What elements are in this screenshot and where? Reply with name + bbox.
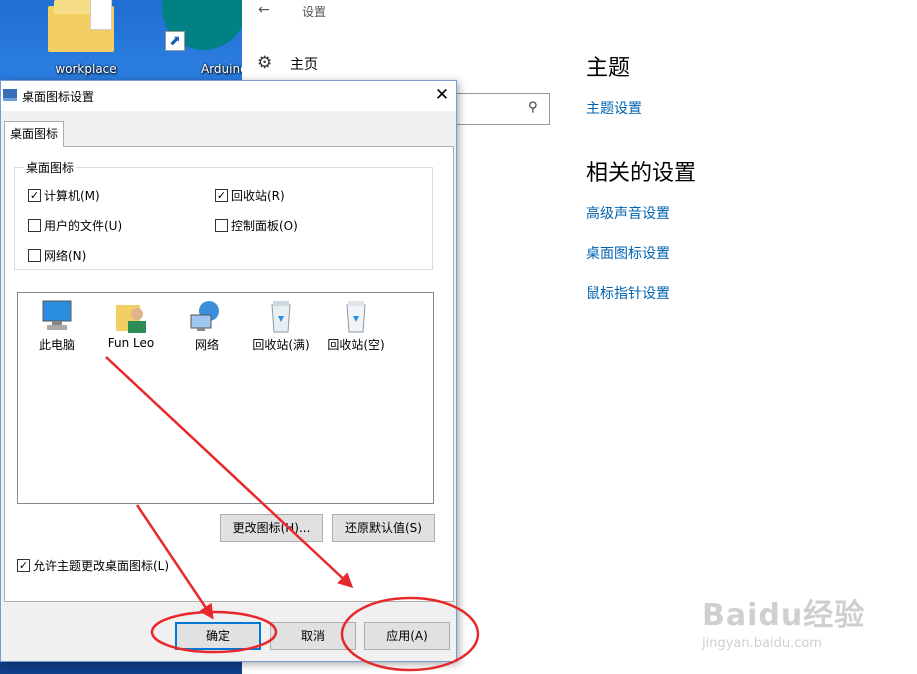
checkbox-label: 计算机(M) bbox=[44, 189, 100, 203]
checkbox-box[interactable]: ✓ bbox=[28, 189, 41, 202]
checkbox-label: 控制面板(O) bbox=[231, 219, 298, 233]
restore-default-button[interactable]: 还原默认值(S) bbox=[332, 514, 435, 542]
checkbox-control-panel[interactable]: 控制面板(O) bbox=[215, 217, 298, 234]
settings-title: 设置 bbox=[302, 5, 327, 19]
list-item-recycle-empty[interactable]: 回收站(空) bbox=[321, 299, 391, 353]
list-item-recycle-full[interactable]: 回收站(满) bbox=[246, 299, 316, 353]
checkbox-allow-theme[interactable]: ✓ 允许主题更改桌面图标(L) bbox=[17, 557, 169, 574]
checkbox-box[interactable] bbox=[28, 219, 41, 232]
checkbox-label: 网络(N) bbox=[44, 249, 87, 263]
desktop-icon-settings-link[interactable]: 桌面图标设置 bbox=[586, 243, 670, 263]
checkbox-recycle-bin[interactable]: ✓ 回收站(R) bbox=[215, 187, 285, 204]
checkbox-user-files[interactable]: 用户的文件(U) bbox=[28, 217, 122, 234]
checkbox-box[interactable] bbox=[28, 249, 41, 262]
network-icon bbox=[189, 299, 225, 333]
recycle-bin-empty-icon bbox=[338, 299, 374, 333]
close-icon[interactable]: ✕ bbox=[431, 84, 453, 106]
list-item-label: 此电脑 bbox=[38, 338, 75, 352]
list-item-label: 回收站(满) bbox=[252, 338, 310, 352]
change-icon-button[interactable]: 更改图标(H)... bbox=[220, 514, 323, 542]
list-item-user[interactable]: Fun Leo bbox=[96, 299, 166, 350]
cancel-button[interactable]: 取消 bbox=[270, 622, 356, 650]
list-item-label: Fun Leo bbox=[107, 336, 155, 350]
tab-desktop-icons[interactable]: 桌面图标 bbox=[4, 121, 64, 147]
list-item-label: 回收站(空) bbox=[327, 338, 385, 352]
dialog-titlebar[interactable]: 桌面图标设置 ✕ bbox=[1, 81, 456, 111]
watermark-url: jingyan.baidu.com bbox=[702, 636, 822, 651]
desktop-icon-workplace[interactable]: workplace bbox=[40, 0, 132, 84]
advanced-sound-settings-link[interactable]: 高级声音设置 bbox=[586, 203, 670, 223]
computer-icon bbox=[39, 299, 75, 333]
settings-home-link[interactable]: 主页 bbox=[290, 54, 318, 74]
theme-heading: 主题 bbox=[586, 56, 631, 81]
group-label: 桌面图标 bbox=[24, 159, 77, 176]
apply-button[interactable]: 应用(A) bbox=[364, 622, 450, 650]
checkbox-box[interactable]: ✓ bbox=[17, 559, 30, 572]
checkbox-label: 用户的文件(U) bbox=[44, 219, 123, 233]
dialog-title: 桌面图标设置 bbox=[22, 90, 95, 104]
checkbox-box[interactable] bbox=[215, 219, 228, 232]
document-icon bbox=[90, 0, 112, 30]
recycle-bin-full-icon bbox=[263, 299, 299, 333]
checkbox-network[interactable]: 网络(N) bbox=[28, 247, 86, 264]
list-item-this-pc[interactable]: 此电脑 bbox=[22, 299, 92, 353]
theme-settings-link[interactable]: 主题设置 bbox=[586, 98, 642, 118]
desktop-icon-settings-dialog: 桌面图标设置 ✕ 桌面图标 桌面图标 ✓ 计算机(M) ✓ 回收站(R) 用户的… bbox=[0, 80, 457, 662]
ok-button[interactable]: 确定 bbox=[175, 622, 261, 650]
desktop-icon-label: workplace bbox=[55, 62, 117, 76]
checkbox-label: 允许主题更改桌面图标(L) bbox=[33, 559, 170, 573]
checkbox-label: 回收站(R) bbox=[231, 189, 285, 203]
user-folder-icon bbox=[113, 299, 149, 333]
icon-list[interactable]: 此电脑 Fun Leo 网络 回收站(满) 回收站(空) bbox=[17, 292, 434, 504]
back-arrow-icon[interactable]: ← bbox=[258, 2, 270, 18]
list-item-network[interactable]: 网络 bbox=[172, 299, 242, 353]
monitor-icon bbox=[3, 89, 17, 101]
checkbox-box[interactable]: ✓ bbox=[215, 189, 228, 202]
mouse-pointer-settings-link[interactable]: 鼠标指针设置 bbox=[586, 283, 670, 303]
related-settings-heading: 相关的设置 bbox=[586, 161, 697, 186]
desktop-icon-arduino[interactable]: Arduino bbox=[178, 6, 248, 84]
baidu-watermark: Baidu经验 jingyan.baidu.com bbox=[702, 590, 872, 651]
list-item-label: 网络 bbox=[194, 338, 219, 352]
watermark-brand: Baidu经验 bbox=[702, 598, 866, 633]
desktop-icon-label: Arduino bbox=[201, 62, 248, 76]
checkbox-computer[interactable]: ✓ 计算机(M) bbox=[28, 187, 100, 204]
search-icon[interactable]: ⚲ bbox=[528, 100, 538, 115]
gear-icon: ⚙ bbox=[257, 53, 273, 73]
